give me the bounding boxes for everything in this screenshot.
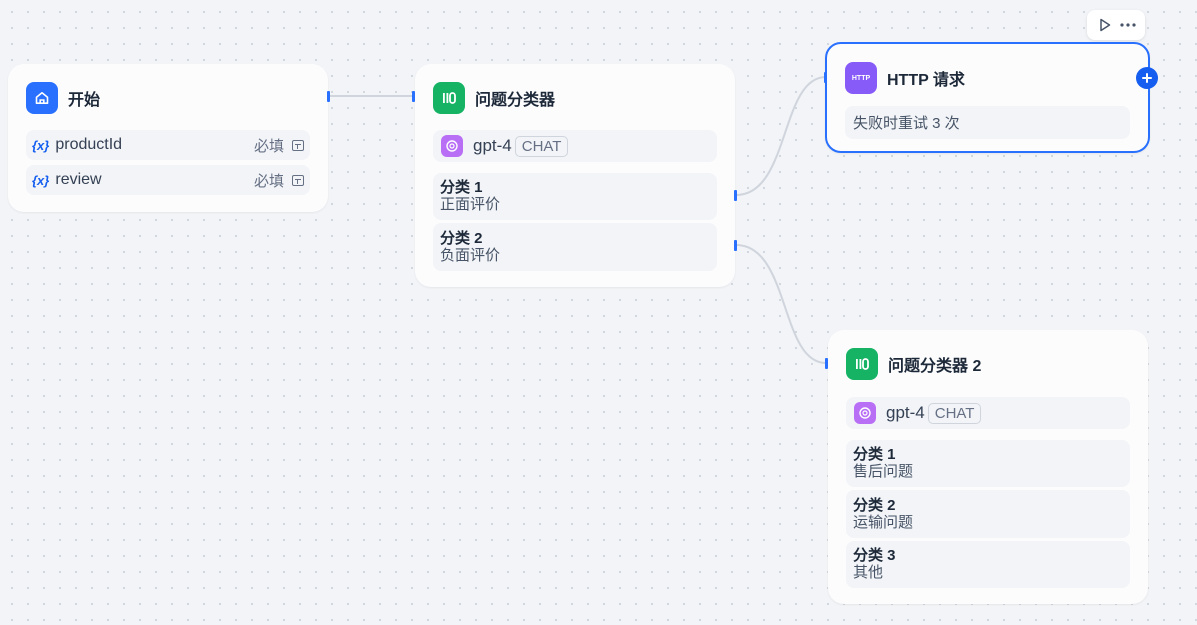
classifier-node-2-header: 问题分类器 2 — [846, 348, 981, 380]
required-label: 必填 — [253, 137, 284, 155]
play-icon[interactable] — [1095, 15, 1115, 35]
class-desc: 正面评价 — [440, 196, 501, 213]
http-icon: HTTP — [845, 62, 877, 94]
class-1-output-handle[interactable] — [734, 190, 737, 201]
http-input-handle[interactable] — [824, 72, 827, 83]
class-name: 分类 1 — [853, 446, 896, 463]
node-title: 问题分类器 2 — [888, 358, 982, 375]
variable-icon: {x} — [32, 172, 50, 188]
class-item[interactable]: 分类 1 正面评价 — [433, 173, 717, 220]
openai-icon — [854, 402, 876, 424]
model-row[interactable]: gpt-4 CHAT — [846, 397, 1130, 429]
class-name: 分类 2 — [853, 496, 896, 514]
class-item[interactable]: 分类 2 运输问题 — [846, 490, 1130, 538]
openai-icon — [441, 135, 463, 157]
class-name: 分类 2 — [440, 229, 483, 247]
edge-class1-to-http — [735, 76, 827, 196]
class-2-output-handle[interactable] — [734, 240, 737, 251]
variable-icon: {x} — [32, 137, 50, 153]
class-item[interactable]: 分类 2 负面评价 — [433, 223, 717, 271]
model-mode-tag: CHAT — [927, 402, 982, 424]
home-icon — [26, 82, 58, 114]
start-node[interactable]: 开始 {x} productId 必填 {x} review 必填 — [8, 64, 328, 212]
required-label: 必填 — [253, 172, 284, 190]
classifier-icon — [846, 348, 878, 380]
required-label-wrap: 必填 — [254, 135, 310, 156]
start-node-header: 开始 — [26, 82, 100, 114]
class-item[interactable]: 分类 1 售后问题 — [846, 440, 1130, 487]
class-desc: 其他 — [853, 564, 884, 581]
retry-info-row: 失败时重试 3 次 — [845, 106, 1130, 139]
model-name: gpt-4 — [473, 136, 512, 155]
classifier-node-2[interactable]: 问题分类器 2 gpt-4 CHAT 分类 1 售后问题 分类 2 运输问题 分… — [828, 330, 1148, 604]
http-request-node[interactable]: HTTP HTTP 请求 失败时重试 3 次 — [825, 42, 1150, 153]
text-field-icon — [292, 174, 304, 186]
classifier-2-input-handle[interactable] — [825, 358, 828, 369]
variable-row-review[interactable]: {x} review 必填 — [26, 165, 310, 195]
add-next-node-button[interactable] — [1136, 67, 1158, 89]
class-name: 分类 1 — [440, 179, 483, 196]
model-name: gpt-4 — [886, 403, 925, 422]
variable-name: productId — [55, 136, 123, 153]
text-field-icon — [292, 139, 304, 151]
variable-name: review — [55, 171, 102, 188]
node-title: HTTP 请求 — [887, 72, 965, 89]
model-row[interactable]: gpt-4 CHAT — [433, 130, 717, 162]
retry-info: 失败时重试 3 次 — [853, 115, 960, 132]
class-desc: 负面评价 — [440, 246, 501, 264]
required-label-wrap: 必填 — [254, 170, 310, 191]
model-mode-tag: CHAT — [514, 135, 569, 157]
http-icon-label: HTTP — [851, 74, 871, 82]
node-title: 开始 — [68, 92, 101, 109]
classifier-input-handle[interactable] — [412, 91, 415, 102]
variable-row-productId[interactable]: {x} productId 必填 — [26, 130, 310, 160]
class-desc: 运输问题 — [853, 513, 914, 531]
node-toolbar — [1087, 10, 1145, 40]
class-desc: 售后问题 — [853, 463, 914, 480]
class-name: 分类 3 — [853, 547, 896, 564]
more-icon[interactable] — [1118, 15, 1138, 35]
classifier-icon — [433, 82, 465, 114]
start-output-handle[interactable] — [327, 91, 330, 102]
node-title: 问题分类器 — [475, 92, 556, 109]
edge-class2-to-classifier2 — [735, 244, 827, 364]
http-node-header: HTTP HTTP 请求 — [845, 62, 965, 94]
class-item[interactable]: 分类 3 其他 — [846, 541, 1130, 588]
classifier-node-header: 问题分类器 — [433, 82, 555, 114]
classifier-node[interactable]: 问题分类器 gpt-4 CHAT 分类 1 正面评价 分类 2 负面评价 — [415, 64, 735, 287]
